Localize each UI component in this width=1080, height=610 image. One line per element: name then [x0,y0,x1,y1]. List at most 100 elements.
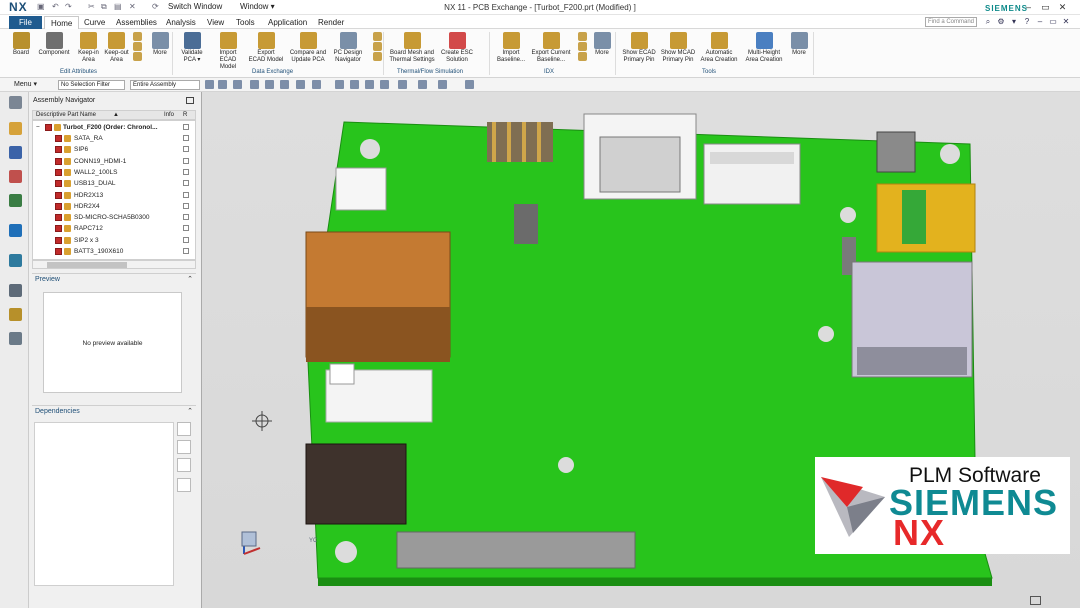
tab-render[interactable]: Render [318,16,344,29]
web-browser-icon[interactable] [9,224,22,237]
minimize-icon[interactable]: – [1023,2,1034,12]
selection-filter-select[interactable]: No Selection Filter [58,80,125,90]
snap-end-icon[interactable] [265,80,274,89]
tab-view[interactable]: View [207,16,224,29]
ribbon-button-ecad-pin[interactable]: Show ECAD Primary Pin [620,29,658,68]
ribbon-button-board[interactable]: Board [8,29,34,68]
tree-row[interactable]: SIP6 [33,144,191,155]
chevron-up-icon[interactable]: ⌃ [187,274,193,286]
tree-row[interactable]: SIP2 x 3 [33,235,191,246]
select-tool-icon[interactable] [205,80,214,89]
tree-row[interactable]: HDR2X13 [33,190,191,201]
snap-tool-icon[interactable] [233,80,242,89]
col-part-name[interactable]: Descriptive Part Name [36,111,96,120]
dependencies-header[interactable]: Dependencies ⌃ [32,405,196,417]
ribbon-button-more[interactable]: More [786,29,812,68]
menu-button[interactable]: Menu ▾ [14,80,37,88]
row-checkbox[interactable] [183,180,189,187]
assembly-navigator-icon[interactable] [9,122,22,135]
ribbon-button-multi-height[interactable]: Multi-Height Area Creation [740,29,788,68]
tree-row[interactable]: USB13_DUAL [33,178,191,189]
ribbon-button-mesh[interactable]: Board Mesh and Thermal Settings [386,29,438,68]
restore-doc-icon[interactable]: ▭ [1048,17,1058,27]
close-icon[interactable]: ✕ [1057,2,1068,12]
command-search-input[interactable]: Find a Command [925,17,977,27]
ribbon-button-more[interactable]: More [590,29,614,68]
ribbon-button-compare[interactable]: Compare and Update PCA [286,29,330,68]
checkbox-icon[interactable] [55,135,62,142]
checkbox-icon[interactable] [45,124,52,131]
row-checkbox[interactable] [183,157,189,164]
close-doc-icon[interactable]: ✕ [1061,17,1071,27]
tree-row[interactable]: RAPC712 [33,223,191,234]
preview-header[interactable]: Preview ⌃ [32,273,196,285]
col-r[interactable]: R [183,111,187,120]
row-checkbox[interactable] [183,135,189,141]
tab-home[interactable]: Home [44,16,80,29]
tab-tools[interactable]: Tools [236,16,255,29]
rotate-icon[interactable] [365,80,374,89]
ribbon-button-component[interactable]: Component [37,29,71,68]
tree-row[interactable]: CONN19_HDMI-1 [33,156,191,167]
ribbon-button-keep-in[interactable]: Keep-in Area [75,29,102,68]
section-view-icon[interactable] [398,80,407,89]
tree-row[interactable]: HDR2X4 [33,201,191,212]
ribbon-button-auto-area[interactable]: Automatic Area Creation [698,29,740,68]
process-studio-icon[interactable] [9,308,22,321]
fit-view-icon[interactable] [296,80,305,89]
ribbon-button-import-baseline[interactable]: Import Baseline... [496,29,526,68]
row-checkbox[interactable] [183,146,189,153]
dependency-options-icon[interactable] [177,478,191,492]
restore-icon[interactable]: ▭ [1040,2,1051,12]
fullscreen-icon[interactable] [1030,596,1041,605]
checkbox-icon[interactable] [55,157,62,165]
checkbox-icon[interactable] [55,248,62,255]
ribbon-button-esc[interactable]: Create ESC Solution [438,29,476,68]
history-icon[interactable] [9,284,22,297]
checkbox-icon[interactable] [55,168,62,176]
scope-select[interactable]: Entire Assembly [130,80,200,90]
tree-row[interactable]: SATA_RA [33,133,191,144]
reuse-library-icon[interactable] [9,194,22,207]
color-icon[interactable] [465,80,474,89]
ribbon-button-export-ecad[interactable]: Export ECAD Model [247,29,285,68]
checkbox-icon[interactable] [55,191,62,199]
part-navigator-icon[interactable] [9,170,22,183]
zoom-icon[interactable] [350,80,359,89]
constraint-navigator-icon[interactable] [9,146,22,159]
checkbox-icon[interactable] [55,180,62,188]
help-icon[interactable]: ? [1022,17,1032,27]
row-checkbox[interactable] [183,124,189,130]
minimize-doc-icon[interactable]: – [1035,17,1045,27]
ribbon-button-export-baseline[interactable]: Export Current Baseline... [527,29,575,68]
snap-mid-icon[interactable] [280,80,289,89]
panel-pin-icon[interactable] [186,97,194,104]
view-orient-icon[interactable] [335,80,344,89]
snap-point-icon[interactable] [250,80,259,89]
row-checkbox[interactable] [183,168,189,175]
wcs-icon[interactable] [438,80,447,89]
tree-root-row[interactable]: − Turbot_F200 (Order: Chronol... [33,122,191,133]
dependency-next-icon[interactable] [177,440,191,454]
collapse-ribbon-icon[interactable]: ▾ [1009,17,1019,27]
chevron-up-icon[interactable]: ⌃ [187,406,193,418]
settings-icon[interactable]: ⚙ [996,17,1006,27]
tree-horizontal-scrollbar[interactable] [32,260,196,269]
filter-tool-icon[interactable] [218,80,227,89]
tree-row[interactable]: BATT3_190X610 [33,246,191,257]
sort-arrow-icon[interactable]: ▲ [113,111,119,120]
roles-icon[interactable] [9,332,22,345]
tab-application[interactable]: Application [268,16,307,29]
row-checkbox[interactable] [183,248,189,254]
checkbox-icon[interactable] [55,214,62,222]
system-materials-icon[interactable] [9,254,22,267]
dependency-search-icon[interactable] [177,422,191,436]
checkbox-icon[interactable] [55,146,62,154]
row-checkbox[interactable] [183,236,189,243]
checkbox-icon[interactable] [55,236,62,244]
ribbon-button-import-ecad[interactable]: Import ECAD Model [212,29,244,70]
tab-file[interactable]: File [9,16,42,29]
idx-mini-tools[interactable] [578,32,589,62]
tab-assemblies[interactable]: Assemblies [116,16,157,29]
ribbon-button-mcad-pin[interactable]: Show MCAD Primary Pin [658,29,698,68]
